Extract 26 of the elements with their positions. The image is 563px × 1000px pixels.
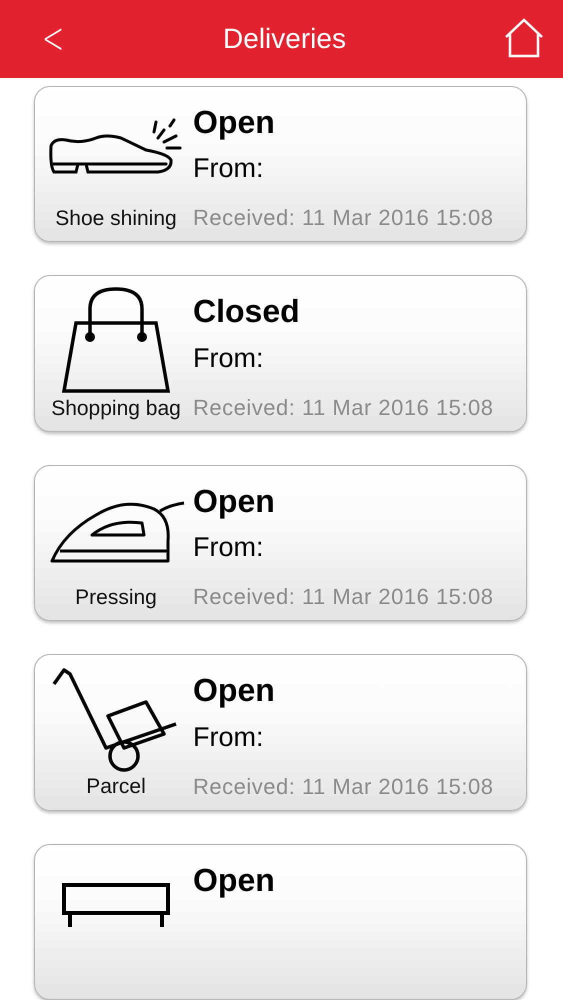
home-icon bbox=[503, 18, 545, 58]
received-date: Received: 11 Mar 2016 15:08 bbox=[193, 774, 494, 800]
delivery-status: Open bbox=[193, 671, 276, 710]
delivery-card[interactable]: Shoe shining Open From: Received: 11 Mar 2016 15:08 bbox=[34, 86, 527, 242]
delivery-status: Closed bbox=[193, 292, 301, 331]
delivery-status: Open bbox=[193, 860, 276, 900]
delivery-card[interactable]: Parcel Open From: Received: 11 Mar 2016 15:08 bbox=[34, 654, 527, 811]
from-label: From: bbox=[193, 153, 264, 184]
delivery-status: Open bbox=[193, 103, 276, 142]
screen-title: Deliveries bbox=[223, 23, 346, 55]
delivery-card[interactable]: Pressing Open From: Received: 11 Mar 2016 15:08 bbox=[34, 464, 527, 622]
from-label: From: bbox=[193, 532, 264, 564]
from-label: From: bbox=[193, 342, 264, 374]
delivery-card[interactable]: Open bbox=[34, 844, 527, 1000]
from-label: From: bbox=[193, 722, 264, 753]
service-label: Parcel bbox=[86, 774, 146, 800]
back-button[interactable]: < bbox=[42, 17, 60, 61]
service-label: Shopping bag bbox=[51, 396, 181, 421]
received-date: Received: 11 Mar 2016 15:08 bbox=[193, 394, 494, 421]
received-date: Received: 11 Mar 2016 15:08 bbox=[193, 584, 494, 610]
home-button[interactable] bbox=[503, 18, 545, 60]
delivery-status: Open bbox=[193, 482, 276, 520]
delivery-card[interactable]: Shopping bag Closed From: Received: 11 Mar 2016 15:08 bbox=[34, 275, 527, 432]
service-label: Pressing bbox=[75, 585, 157, 610]
received-date: Received: 11 Mar 2016 15:08 bbox=[193, 205, 494, 232]
service-label: Shoe shining bbox=[55, 206, 177, 232]
